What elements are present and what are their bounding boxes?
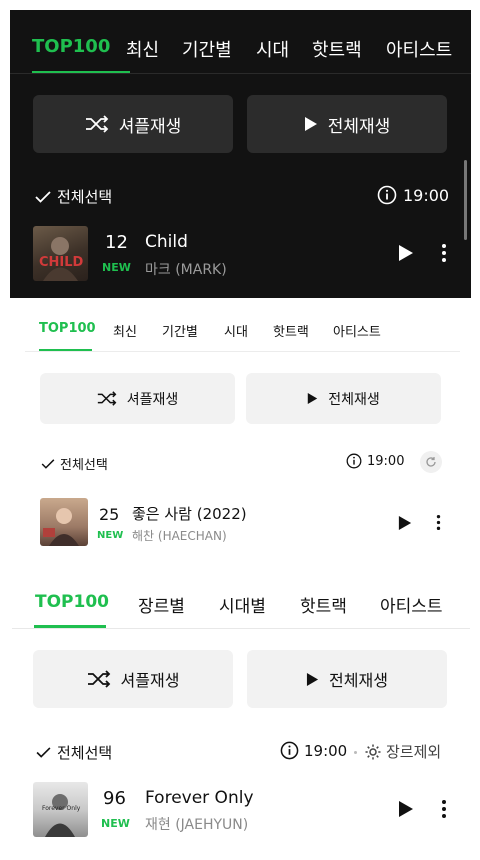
select-all-label: 전체선택 (57, 744, 113, 762)
play-icon (306, 672, 319, 686)
gear-icon (365, 744, 381, 759)
album-art: Forever Only (33, 782, 88, 837)
info-icon (346, 453, 362, 469)
track-title: Forever Only (145, 788, 254, 808)
tab-top100[interactable]: TOP100 (39, 321, 96, 336)
track-artist[interactable]: 마크 (MARK) (145, 259, 227, 279)
refresh-button[interactable] (420, 451, 442, 473)
shuffle-label: 셔플재생 (126, 391, 179, 408)
tab-artist[interactable]: 아티스트 (386, 36, 452, 62)
tab-divider (25, 351, 460, 352)
genre-exclude-button[interactable]: 장르제외 (364, 741, 441, 762)
more-options-icon[interactable] (436, 514, 441, 531)
shuffle-icon (85, 115, 108, 133)
select-all-label: 전체선택 (57, 188, 113, 206)
play-icon (308, 393, 318, 404)
play-all-button[interactable]: 전체재생 (246, 373, 441, 424)
chart-panel-light: TOP100 장르별 시대별 핫트랙 아티스트 셔플재생 전체재생 전체선택 1… (0, 570, 480, 860)
track-artist[interactable]: 재현 (JAEHYUN) (145, 814, 248, 834)
time-label: 19:00 (304, 741, 348, 760)
tab-hottrack[interactable]: 핫트랙 (273, 321, 309, 340)
track-title: 좋은 사람 (2022) (132, 505, 247, 523)
tab-period[interactable]: 기간별 (162, 321, 198, 340)
check-icon (36, 747, 51, 758)
separator-dot (354, 751, 357, 754)
genre-exclude-label: 장르제외 (386, 743, 442, 761)
check-icon (41, 458, 55, 469)
play-icon (304, 117, 317, 131)
track-rank: 96 (103, 788, 126, 809)
album-art (40, 498, 88, 546)
tab-hottrack[interactable]: 핫트랙 (312, 36, 362, 62)
tab-top100[interactable]: TOP100 (35, 592, 109, 612)
more-options-icon[interactable] (441, 799, 447, 819)
tab-era[interactable]: 시대별 (219, 592, 266, 617)
tab-divider (12, 628, 470, 629)
tab-artist[interactable]: 아티스트 (380, 592, 443, 617)
tab-latest[interactable]: 최신 (126, 36, 159, 62)
tab-genre[interactable]: 장르별 (138, 592, 185, 617)
track-artist[interactable]: 해찬 (HAECHAN) (132, 527, 227, 544)
shuffle-icon (97, 391, 117, 406)
shuffle-label: 셔플재생 (118, 116, 182, 137)
new-badge: NEW (102, 261, 131, 274)
time-label: 19:00 (367, 453, 405, 469)
play-all-label: 전체재생 (329, 671, 388, 690)
svg-text:CHILD: CHILD (39, 255, 84, 270)
chart-panel-light-compact: TOP100 최신 기간별 시대 핫트랙 아티스트 셔플재생 전체재생 전체선택… (0, 300, 480, 560)
update-time: 19:00 (346, 453, 404, 469)
play-all-label: 전체재생 (327, 116, 391, 137)
select-all-toggle[interactable]: 전체선택 (41, 454, 108, 473)
track-rank: 25 (99, 505, 120, 524)
track-title: Child (145, 232, 188, 252)
shuffle-play-button[interactable]: 셔플재생 (33, 95, 233, 153)
more-options-icon[interactable] (441, 243, 447, 263)
tab-artist[interactable]: 아티스트 (333, 321, 381, 340)
shuffle-label: 셔플재생 (120, 671, 180, 690)
new-badge: NEW (101, 817, 130, 830)
tab-top100[interactable]: TOP100 (32, 36, 110, 57)
info-icon (377, 185, 397, 205)
update-time: 19:00 (280, 741, 347, 760)
tab-period[interactable]: 기간별 (182, 36, 232, 62)
shuffle-play-button[interactable]: 셔플재생 (33, 650, 233, 708)
select-all-label: 전체선택 (60, 458, 108, 473)
play-all-button[interactable]: 전체재생 (247, 650, 447, 708)
tab-divider (10, 73, 471, 74)
tab-latest[interactable]: 최신 (113, 321, 137, 340)
play-all-button[interactable]: 전체재생 (247, 95, 447, 153)
update-time: 19:00 (377, 185, 449, 205)
select-all-toggle[interactable]: 전체선택 (35, 186, 112, 207)
time-label: 19:00 (403, 185, 450, 205)
tab-era[interactable]: 시대 (256, 36, 289, 62)
info-icon (280, 741, 299, 760)
check-icon (35, 190, 51, 203)
play-track-icon[interactable] (398, 800, 414, 818)
tab-era[interactable]: 시대 (224, 321, 248, 340)
scrollbar[interactable] (464, 160, 467, 240)
track-rank: 12 (105, 232, 128, 253)
shuffle-icon (87, 670, 110, 688)
new-badge: NEW (97, 530, 124, 541)
play-all-label: 전체재생 (328, 391, 380, 408)
album-art: CHILD (33, 226, 88, 281)
chart-panel-dark: TOP100 최신 기간별 시대 핫트랙 아티스트 셔플재생 전체재생 전체선택… (10, 10, 471, 298)
svg-text:Forever Only: Forever Only (42, 805, 81, 812)
play-track-icon[interactable] (398, 244, 414, 262)
tab-hottrack[interactable]: 핫트랙 (300, 592, 347, 617)
shuffle-play-button[interactable]: 셔플재생 (40, 373, 235, 424)
select-all-toggle[interactable]: 전체선택 (36, 742, 112, 763)
play-track-icon[interactable] (398, 515, 412, 531)
refresh-icon (426, 457, 436, 467)
